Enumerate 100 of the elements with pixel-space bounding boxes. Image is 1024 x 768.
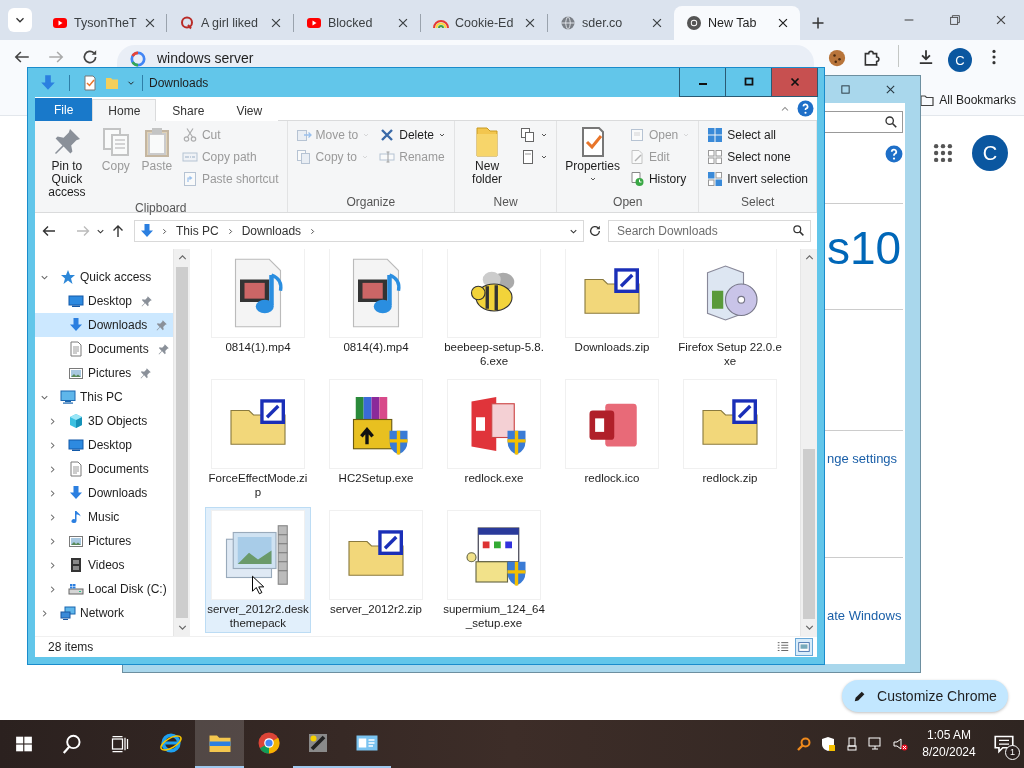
usb-icon[interactable] bbox=[844, 736, 860, 752]
star-icon bbox=[60, 269, 76, 285]
search-icon bbox=[792, 224, 805, 237]
tab-search-button[interactable] bbox=[8, 8, 32, 32]
down-arrow-icon bbox=[68, 317, 84, 333]
notification-count: 1 bbox=[1005, 745, 1020, 760]
apps-grid-icon[interactable] bbox=[932, 142, 954, 164]
document-icon bbox=[68, 341, 84, 357]
new-tab-icon[interactable] bbox=[810, 15, 826, 31]
settings-link[interactable]: nge settings bbox=[827, 451, 905, 467]
item-count: 28 items bbox=[48, 640, 94, 654]
tree-item[interactable]: Documents bbox=[35, 337, 173, 361]
picture-icon bbox=[68, 533, 84, 549]
ribbon-button[interactable]: Select all bbox=[704, 124, 811, 146]
all-bookmarks-button[interactable]: All Bookmarks bbox=[919, 92, 1016, 108]
file-item[interactable]: server_2012r2.deskthemepack bbox=[205, 507, 311, 633]
ribbon-button[interactable]: Invert selection bbox=[704, 168, 811, 190]
heading: s10 bbox=[827, 222, 903, 274]
scrollbar[interactable] bbox=[173, 249, 190, 636]
close-icon[interactable] bbox=[269, 16, 283, 30]
tree-item[interactable]: Music bbox=[35, 505, 173, 529]
address-field[interactable]: windows server bbox=[117, 45, 814, 67]
browser-tab[interactable]: A girl liked bbox=[167, 6, 293, 40]
restore-icon[interactable] bbox=[948, 13, 962, 27]
select-none-icon bbox=[707, 149, 724, 165]
close-icon[interactable] bbox=[994, 13, 1008, 27]
browser-tab[interactable]: Blocked bbox=[294, 6, 420, 40]
tree-item[interactable]: Documents bbox=[35, 457, 173, 481]
settings-link[interactable]: ate Windows bbox=[827, 608, 905, 624]
refresh-icon[interactable] bbox=[588, 224, 602, 238]
close-icon[interactable] bbox=[523, 16, 537, 30]
tree-item[interactable]: Downloads bbox=[35, 481, 173, 505]
chrome-style-icon bbox=[256, 731, 281, 755]
muted-speaker-icon[interactable] bbox=[892, 736, 908, 752]
globe-icon bbox=[560, 15, 576, 31]
ribbon-button[interactable]: Delete bbox=[376, 124, 449, 146]
network-icon bbox=[60, 605, 76, 621]
ribbon-tab[interactable]: File bbox=[35, 98, 93, 121]
tree-item[interactable]: Pictures bbox=[35, 361, 173, 385]
ribbon-button[interactable]: New folder bbox=[459, 124, 515, 195]
reload-icon[interactable] bbox=[81, 48, 99, 66]
thumbnail-view-button[interactable] bbox=[795, 638, 813, 656]
computer-icon bbox=[60, 389, 76, 405]
tree-item[interactable]: Videos bbox=[35, 553, 173, 577]
tree-item[interactable]: Desktop bbox=[35, 289, 173, 313]
search-icon[interactable] bbox=[61, 733, 83, 755]
close-icon[interactable] bbox=[884, 83, 897, 96]
customize-button[interactable]: Customize Chrome bbox=[842, 680, 1008, 712]
browser-tab[interactable]: TysonTheT bbox=[40, 6, 166, 40]
download-icon[interactable] bbox=[917, 48, 935, 66]
magnifier-icon[interactable] bbox=[796, 736, 812, 752]
tree-item[interactable]: 3D Objects bbox=[35, 409, 173, 433]
group-label: Clipboard bbox=[134, 201, 188, 215]
notification-button[interactable]: 1 bbox=[984, 720, 1024, 768]
breadcrumb[interactable]: This PC bbox=[174, 224, 221, 238]
window-title: Downloads bbox=[149, 75, 209, 90]
start-icon[interactable] bbox=[15, 735, 33, 753]
tree-item[interactable]: Desktop bbox=[35, 433, 173, 457]
puzzle-icon[interactable] bbox=[862, 48, 880, 66]
select-all-icon bbox=[707, 127, 724, 143]
ribbon-button[interactable]: Pin to Quick access bbox=[40, 124, 94, 201]
down-arrow-icon bbox=[68, 485, 84, 501]
ring-icon bbox=[179, 15, 195, 31]
clock-date: 8/20/2024 bbox=[922, 744, 976, 761]
browser-logo-icon bbox=[686, 15, 702, 31]
profile-avatar[interactable]: C bbox=[948, 48, 972, 72]
new-item-icon bbox=[520, 127, 537, 143]
tree-item[interactable]: Network bbox=[35, 601, 173, 625]
tree-item[interactable]: Local Disk (C:) bbox=[35, 577, 173, 601]
network-icon[interactable] bbox=[868, 736, 884, 752]
tree-item[interactable]: Pictures bbox=[35, 529, 173, 553]
account-avatar[interactable]: C bbox=[972, 135, 1008, 171]
tree-item[interactable]: This PC bbox=[35, 385, 173, 409]
breadcrumb[interactable]: Downloads bbox=[239, 224, 304, 238]
search-icon bbox=[884, 115, 898, 129]
address-bar[interactable]: This PC Downloads bbox=[134, 220, 584, 242]
group-label: Organize bbox=[345, 195, 397, 211]
close-icon[interactable] bbox=[650, 16, 664, 30]
browser-tab[interactable]: sder.co bbox=[548, 6, 674, 40]
cookie-icon[interactable] bbox=[827, 48, 847, 68]
maximize-icon[interactable] bbox=[839, 83, 852, 96]
picture-icon bbox=[68, 365, 84, 381]
scrollbar[interactable] bbox=[800, 249, 817, 636]
tree-item[interactable]: Quick access bbox=[35, 265, 173, 289]
shield-icon[interactable] bbox=[820, 736, 836, 752]
ribbon-button[interactable]: History bbox=[625, 168, 694, 190]
ribbon-button[interactable]: Properties bbox=[562, 124, 623, 195]
tree-item[interactable]: Downloads bbox=[35, 313, 173, 337]
browser-tab[interactable]: New Tab bbox=[674, 6, 800, 40]
checklist-icon[interactable] bbox=[82, 74, 98, 91]
browser-tab[interactable]: Cookie-Ed bbox=[421, 6, 547, 40]
close-icon[interactable] bbox=[776, 16, 790, 30]
help-icon[interactable] bbox=[885, 145, 903, 163]
back-icon[interactable] bbox=[41, 223, 57, 239]
ribbon-tab[interactable]: Home bbox=[92, 99, 157, 121]
close-icon[interactable] bbox=[396, 16, 410, 30]
ribbon-button[interactable]: Select none bbox=[704, 146, 811, 168]
task-view-icon[interactable] bbox=[110, 734, 130, 754]
close-button[interactable] bbox=[771, 68, 818, 97]
help-icon[interactable] bbox=[797, 100, 814, 117]
